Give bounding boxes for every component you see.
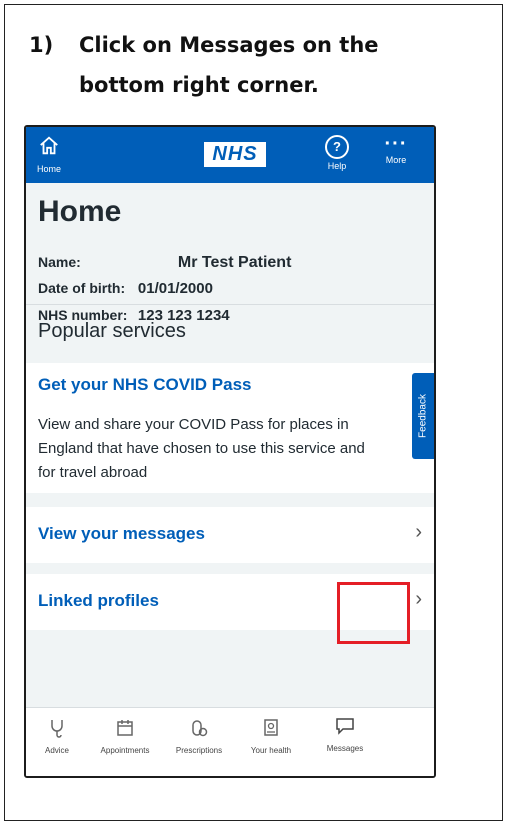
instruction: 1) Click on Messages on the bottom right… [29,25,469,105]
nav-messages[interactable]: Messages [307,708,383,776]
dob-label: Date of birth: [38,280,126,296]
covid-pass-card[interactable]: Get your NHS COVID Pass View and share y… [26,363,434,493]
messages-highlight-box [337,582,410,644]
more-dots-icon: ··· [384,133,408,155]
app-screenshot: Home NHS ? Help ··· More Home Name: Mr T… [24,125,436,778]
home-label: Home [36,164,61,174]
calendar-icon [117,720,133,736]
nhs-logo: NHS [204,142,266,167]
nav-appointments[interactable]: Appointments [90,708,160,776]
feedback-label: Feedback [417,394,429,438]
top-bar: Home NHS ? Help ··· More [26,127,434,183]
divider [26,304,434,305]
chevron-right-icon: › [415,588,422,610]
nav-prescriptions[interactable]: Prescriptions [164,708,234,776]
bottom-navigation: Advice Appointments Prescriptions Your h… [26,707,434,776]
nav-messages-label: Messages [326,744,364,753]
popular-services-heading: Popular services [38,320,186,342]
nav-your-health-label: Your health [250,746,292,755]
covid-pass-link[interactable]: Get your NHS COVID Pass [38,375,252,395]
help-button[interactable]: ? Help [322,135,352,171]
nav-your-health[interactable]: Your health [239,708,303,776]
name-value: Mr Test Patient [177,254,292,271]
home-icon [40,136,58,155]
linked-profiles-link[interactable]: Linked profiles [38,591,159,611]
pills-icon [192,720,208,737]
nav-advice-label: Advice [44,746,69,755]
more-button[interactable]: ··· More [378,133,414,165]
dob-value: 01/01/2000 [137,280,213,297]
dob-row: Date of birth: 01/01/2000 [38,280,213,297]
nav-appointments-label: Appointments [100,746,150,755]
more-label: More [385,155,407,165]
covid-pass-description: View and share your COVID Pass for place… [38,416,365,481]
home-section: Home Name: Mr Test Patient Date of birth… [26,183,434,324]
chevron-right-icon: › [415,521,422,543]
nav-advice[interactable]: Advice [32,708,82,776]
name-label: Name: [38,254,81,270]
question-icon: ? [325,135,349,159]
view-messages-row[interactable]: View your messages › [26,507,434,563]
health-record-icon [264,719,278,736]
instruction-text: Click on Messages on the bottom right co… [79,33,379,97]
stethoscope-icon [51,720,63,738]
home-button[interactable]: Home [34,135,64,174]
speech-bubble-icon [336,718,354,735]
page-title: Home [38,195,122,228]
instruction-number: 1) [29,33,54,57]
view-messages-link[interactable]: View your messages [38,524,205,544]
feedback-tab[interactable]: Feedback [412,373,434,459]
nav-prescriptions-label: Prescriptions [175,746,223,755]
help-label: Help [327,161,347,171]
patient-name-row: Name: Mr Test Patient [38,254,291,272]
